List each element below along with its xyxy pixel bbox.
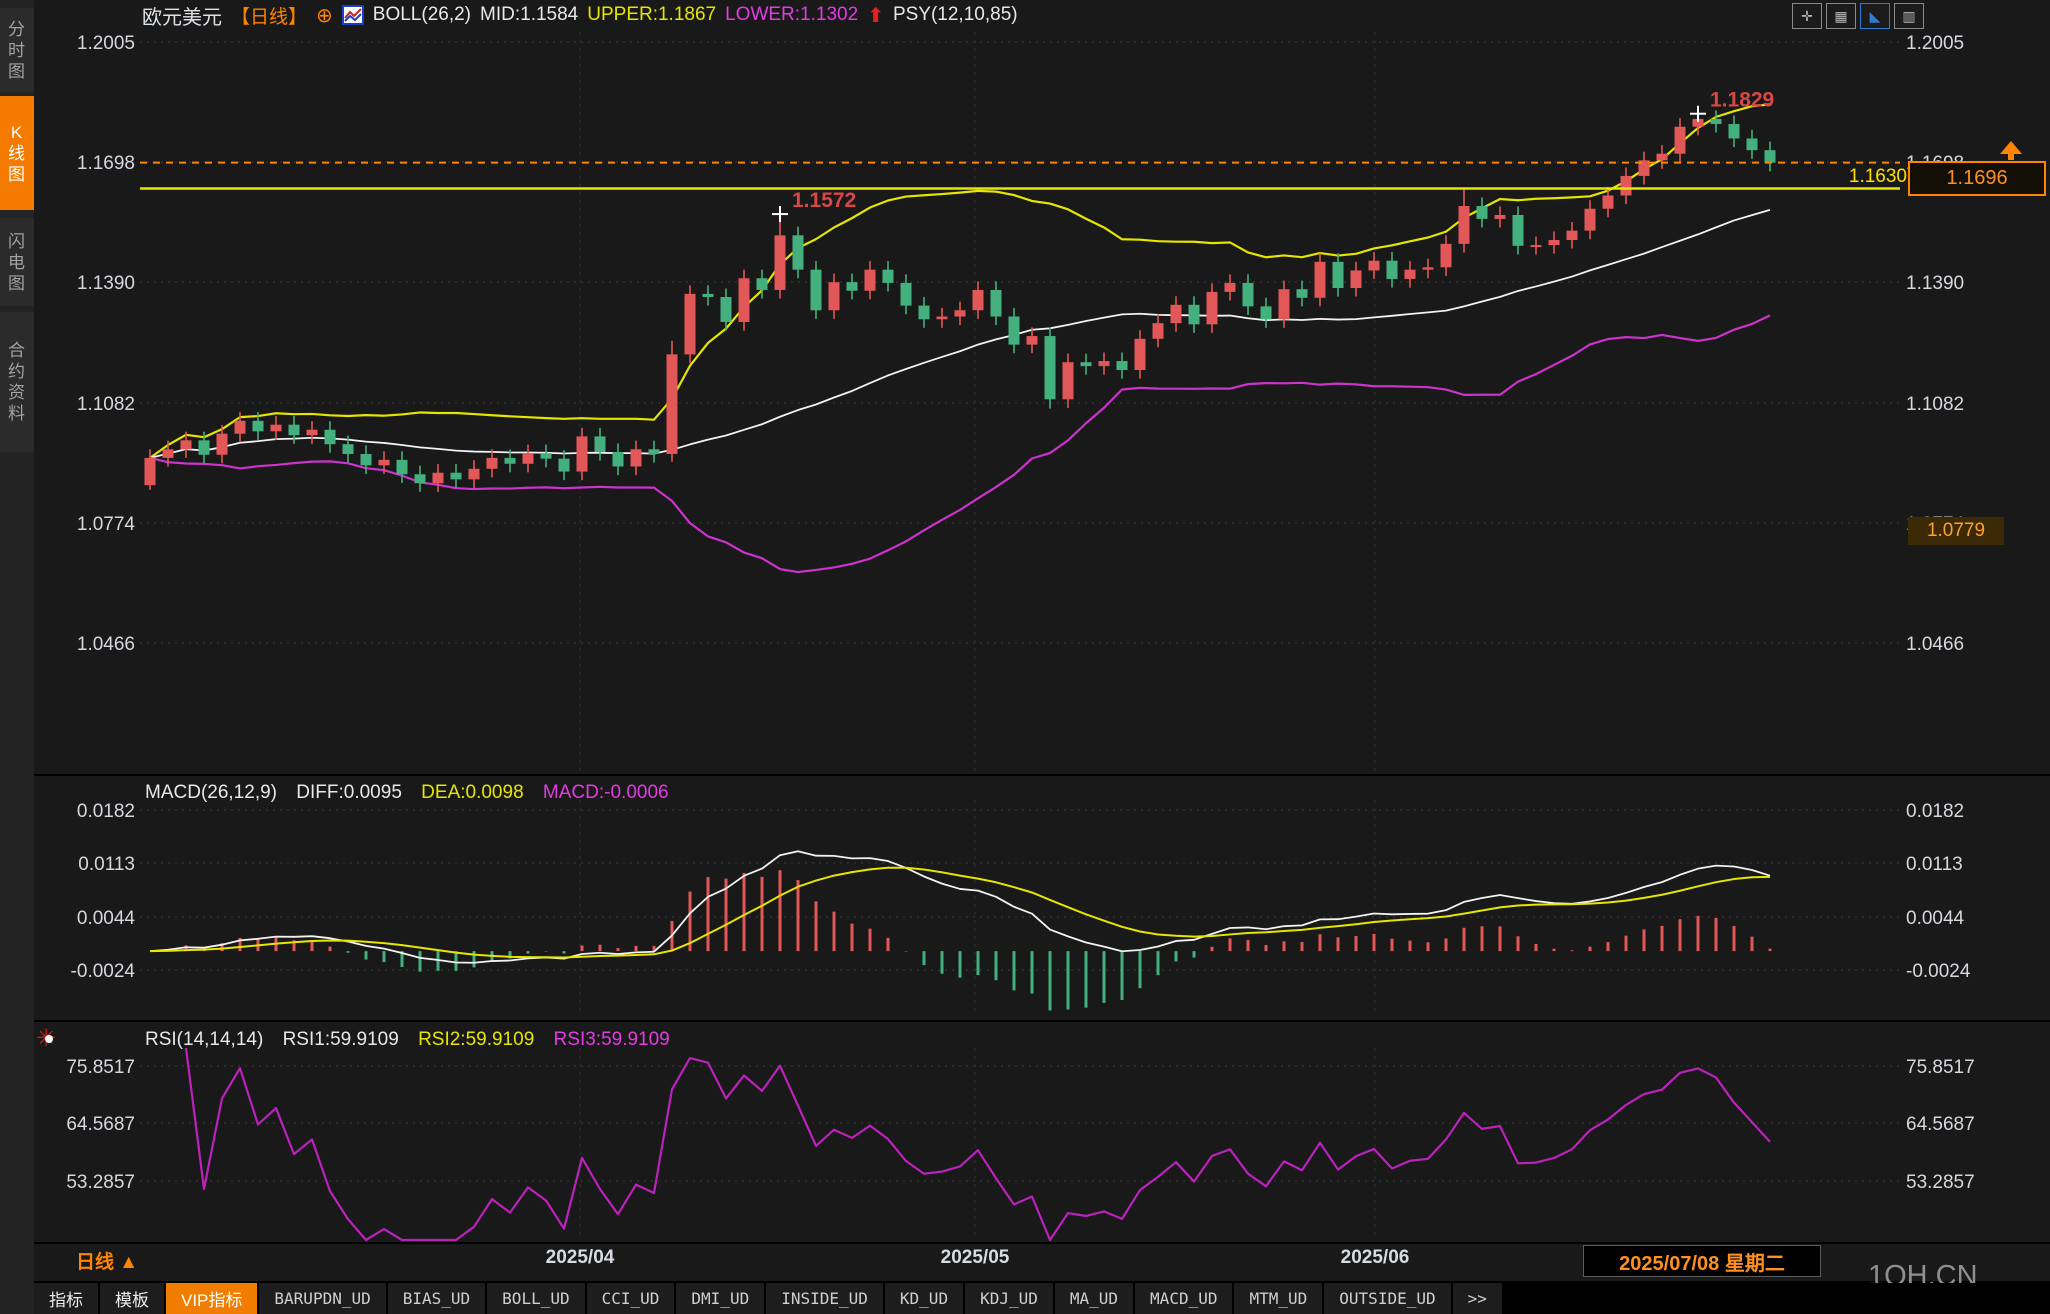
month-label: 2025/05 [940, 1247, 1010, 1268]
macd-dea-value: DEA:0.0098 [421, 782, 524, 803]
tab-boll_ud[interactable]: BOLL_UD [487, 1283, 585, 1314]
svg-text:64.5687: 64.5687 [1906, 1114, 1975, 1135]
indicator-alarm-icon[interactable]: ✳ [36, 1025, 62, 1052]
svg-text:1.1829: 1.1829 [1710, 89, 1774, 112]
svg-text:1.0466: 1.0466 [1906, 634, 1964, 655]
svg-text:75.8517: 75.8517 [1906, 1057, 1975, 1078]
rsi-header: RSI(14,14,14) RSI1:59.9109 RSI2:59.9109 … [145, 1029, 684, 1051]
crosshair-date-box: 2025/07/08 星期二 [1583, 1245, 1821, 1277]
period-selector[interactable]: 日线 ▲ [76, 1247, 138, 1274]
boll-lower-value: LOWER:1.1302 [725, 4, 859, 25]
svg-text:53.2857: 53.2857 [1906, 1172, 1975, 1193]
macd-diff-value: DIFF:0.0095 [296, 782, 402, 803]
tab-mtm_ud[interactable]: MTM_UD [1234, 1283, 1323, 1314]
tab->>[interactable]: >> [1452, 1283, 1502, 1314]
svg-text:53.2857: 53.2857 [66, 1172, 135, 1193]
tab-barupdn_ud[interactable]: BARUPDN_UD [259, 1283, 386, 1314]
svg-text:1.1390: 1.1390 [1906, 273, 1964, 294]
tab-cci_ud[interactable]: CCI_UD [586, 1283, 675, 1314]
svg-text:75.8517: 75.8517 [66, 1057, 135, 1078]
svg-text:1.1572: 1.1572 [792, 189, 856, 212]
macd-header: MACD(26,12,9) DIFF:0.0095 DEA:0.0098 MAC… [145, 782, 683, 804]
chart-window: 分时图 K线图闪电图合约资料 欧元美元 【日线】 ⊕ BOLL(26,2) MID… [0, 0, 2050, 1314]
zoom-plus-icon[interactable]: ⊕ [316, 3, 333, 28]
svg-text:1.1390: 1.1390 [77, 273, 135, 294]
chart-type-sidebar: 分时图 K线图闪电图合约资料 [0, 0, 34, 1314]
axis-chart-icon[interactable]: ▦ [1826, 3, 1856, 29]
psy-label: PSY(12,10,85) [892, 4, 1018, 25]
svg-text:-0.0024: -0.0024 [1906, 961, 1971, 982]
svg-text:0.0113: 0.0113 [78, 854, 135, 875]
period-tag[interactable]: 【日线】 [231, 2, 307, 29]
boll-label: BOLL(26,2) [372, 4, 472, 25]
rsi1-value: RSI1:59.9109 [282, 1029, 399, 1050]
rsi2-value: RSI2:59.9109 [418, 1029, 535, 1050]
up-arrow-icon: ⬆ [867, 4, 884, 27]
svg-text:1.2005: 1.2005 [77, 33, 135, 54]
layout-toolbar: ✛ ▦ ◣ ▥ [1792, 3, 1924, 29]
macd-title: MACD(26,12,9) [145, 782, 277, 803]
svg-text:1.0466: 1.0466 [77, 634, 135, 655]
svg-text:0.0113: 0.0113 [1906, 854, 1963, 875]
tab-vip-[interactable]: VIP指标 [166, 1283, 258, 1314]
rsi-title: RSI(14,14,14) [145, 1029, 264, 1050]
svg-text:0.0044: 0.0044 [1906, 908, 1965, 929]
rsi3-value: RSI3:59.9109 [553, 1029, 670, 1050]
indicator-tab-bar: 指标 模板 VIP指标 BARUPDN_UD BIAS_UD BOLL_UD CCI_UD D… [34, 1283, 2050, 1314]
indicator-chart-icon[interactable] [341, 5, 364, 25]
tab--[interactable]: 指标 [34, 1283, 98, 1314]
svg-text:64.5687: 64.5687 [66, 1114, 135, 1135]
settlement-price-badge: 1.0779 [1908, 517, 2004, 545]
sidebar-item-contract-info[interactable]: 合约资料 [0, 312, 34, 452]
price-up-arrow-icon [2000, 141, 2022, 160]
sidebar-item-flash-chart[interactable]: 闪电图 [0, 218, 34, 306]
tab--[interactable]: 模板 [100, 1283, 164, 1314]
tab-kd_ud[interactable]: KD_UD [884, 1283, 964, 1314]
svg-text:1.0774: 1.0774 [77, 514, 136, 535]
tab-dmi_ud[interactable]: DMI_UD [676, 1283, 765, 1314]
sidebar-item-time-chart[interactable]: 分时图 [0, 8, 34, 92]
tab-ma_ud[interactable]: MA_UD [1054, 1283, 1134, 1314]
tab-bias_ud[interactable]: BIAS_UD [387, 1283, 486, 1314]
last-price-box: 1.1696 [1908, 161, 2046, 196]
sidebar-item-kline-chart[interactable]: K线图 [0, 96, 34, 210]
svg-text:0.0044: 0.0044 [77, 908, 136, 929]
split-window-icon[interactable]: ▥ [1894, 3, 1924, 29]
alert-price-label: 1.1630 [1848, 166, 1907, 187]
tab-macd_ud[interactable]: MACD_UD [1135, 1283, 1233, 1314]
month-label: 2025/06 [1340, 1247, 1410, 1268]
month-label: 2025/04 [545, 1247, 615, 1268]
svg-text:-0.0024: -0.0024 [71, 961, 136, 982]
svg-text:0.0182: 0.0182 [1906, 801, 1964, 822]
svg-text:1.1698: 1.1698 [77, 153, 135, 174]
candlestick-chart-canvas[interactable]: 1.20051.20051.16981.16981.13901.13901.10… [0, 0, 2050, 1314]
macd-hist-value: MACD:-0.0006 [542, 782, 669, 803]
boll-upper-value: UPPER:1.1867 [587, 4, 717, 25]
tab-inside_ud[interactable]: INSIDE_UD [766, 1283, 883, 1314]
svg-text:1.1082: 1.1082 [1906, 394, 1964, 415]
boll-mid-value: MID:1.1584 [480, 4, 579, 25]
chart-header: 欧元美元 【日线】 ⊕ BOLL(26,2) MID:1.1584 UPPER:… [142, 2, 1018, 29]
symbol-name: 欧元美元 [142, 6, 222, 29]
tab-kdj_ud[interactable]: KDJ_UD [965, 1283, 1053, 1314]
area-chart-icon[interactable]: ◣ [1860, 3, 1890, 29]
svg-text:1.1082: 1.1082 [77, 394, 135, 415]
svg-text:0.0182: 0.0182 [77, 801, 135, 822]
svg-text:1.2005: 1.2005 [1906, 33, 1964, 54]
crosshair-grid-icon[interactable]: ✛ [1792, 3, 1822, 29]
tab-outside_ud[interactable]: OUTSIDE_UD [1324, 1283, 1451, 1314]
